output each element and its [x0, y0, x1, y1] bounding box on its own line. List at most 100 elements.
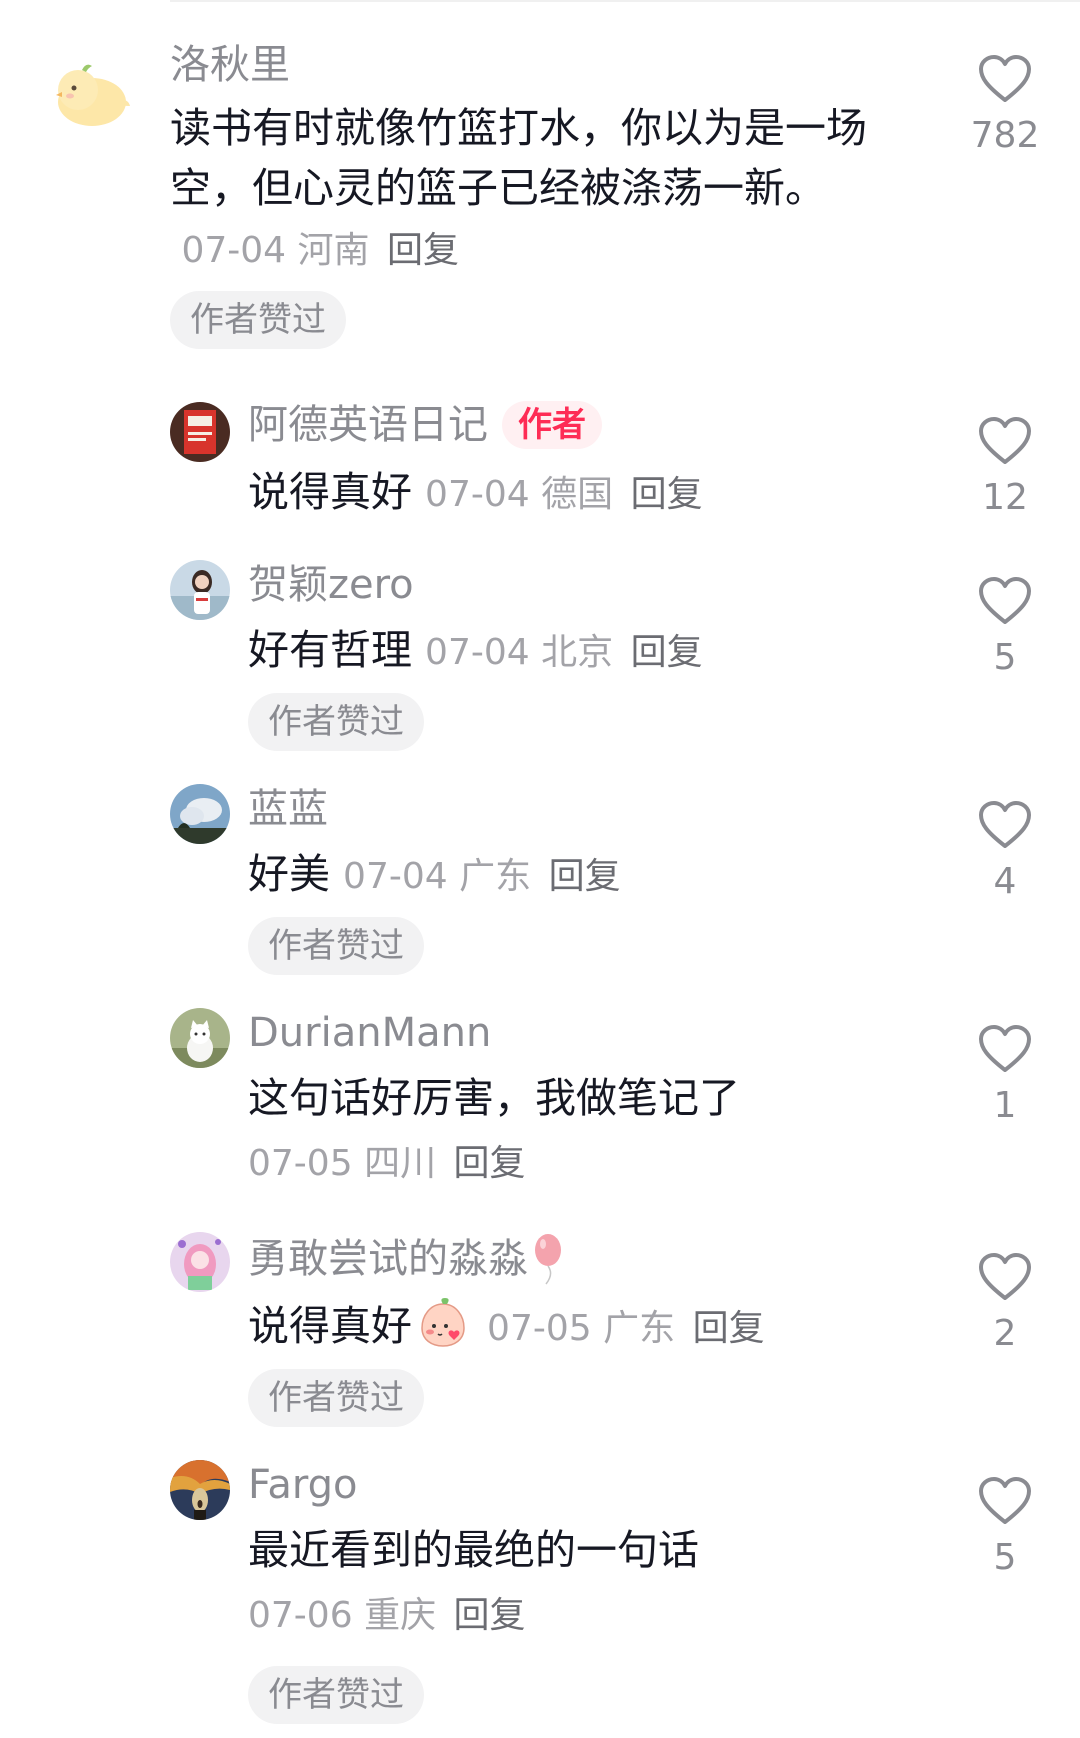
avatar[interactable] — [170, 784, 230, 844]
person-avatar-icon — [170, 560, 230, 620]
username[interactable]: 贺颖zero — [248, 560, 920, 610]
reply-button[interactable]: 回复 — [693, 1308, 765, 1349]
comment-text: 好美 07-04 广东 回复 — [248, 844, 920, 907]
comment-body: 好有哲理 — [248, 626, 412, 674]
comment-text: 这句话好厉害，我做笔记了 07-05 四川 回复 — [248, 1068, 920, 1194]
like-count: 2 — [993, 1313, 1017, 1354]
comment-location: 河南 — [297, 230, 370, 271]
author-badge: 作者 — [502, 401, 602, 449]
sky-avatar-icon — [170, 784, 230, 844]
comment-body: 这句话好厉害，我做笔记了 — [248, 1074, 740, 1122]
like-count: 5 — [993, 1537, 1017, 1578]
like-count: 1 — [993, 1085, 1017, 1126]
like-count: 12 — [982, 477, 1028, 518]
reply-button[interactable]: 回复 — [387, 230, 459, 271]
avatar[interactable] — [170, 1460, 230, 1520]
comment-body: 说得真好 — [248, 468, 412, 516]
like-control[interactable]: 1 — [970, 1024, 1040, 1126]
username-text[interactable]: 贺颖zero — [248, 560, 414, 610]
author-liked-tag: 作者赞过 — [170, 291, 346, 349]
comment-text: 说得真好 07-05 广东 回复 — [248, 1296, 920, 1359]
heart-icon[interactable] — [977, 800, 1033, 850]
avatar[interactable] — [170, 402, 230, 462]
reply-button[interactable]: 回复 — [454, 1595, 526, 1636]
like-control[interactable]: 5 — [970, 1476, 1040, 1578]
username-text[interactable]: Fargo — [248, 1460, 357, 1510]
heart-icon[interactable] — [977, 1024, 1033, 1074]
comment-text: 最近看到的最绝的一句话 07-06 重庆 回复 — [248, 1520, 920, 1646]
blushing-peach-emoji-icon — [421, 1298, 465, 1347]
comment-meta: 07-04 北京 回复 — [425, 632, 703, 673]
like-count: 4 — [993, 861, 1017, 902]
author-liked-tag: 作者赞过 — [248, 693, 424, 751]
username-text[interactable]: 蓝蓝 — [248, 784, 328, 834]
avatar[interactable] — [170, 560, 230, 620]
reply-button[interactable]: 回复 — [454, 1143, 526, 1184]
book-avatar-icon — [170, 402, 230, 462]
comment-meta: 07-05 广东 回复 — [487, 1308, 765, 1349]
comment-date: 07-04 — [343, 856, 448, 897]
comment-location: 四川 — [364, 1143, 437, 1184]
avatar[interactable] — [170, 1232, 230, 1292]
avatar[interactable] — [48, 50, 132, 134]
comment-text: 好有哲理 07-04 北京 回复 — [248, 620, 920, 683]
comment-location: 重庆 — [364, 1595, 437, 1636]
username[interactable]: 阿德英语日记 作者 — [248, 400, 920, 450]
heart-icon[interactable] — [977, 576, 1033, 626]
comment-text: 说得真好 07-04 德国 回复 — [248, 462, 920, 525]
like-control[interactable]: 782 — [970, 54, 1040, 156]
cat-avatar-icon — [170, 1008, 230, 1068]
comment-text: 读书有时就像竹篮打水，你以为是一场空，但心灵的篮子已经被涤荡一新。 07-04 … — [170, 98, 920, 281]
like-control[interactable]: 4 — [970, 800, 1040, 902]
comment-meta: 07-05 四川 回复 — [248, 1134, 920, 1194]
comment-location: 德国 — [541, 474, 614, 515]
chick-avatar-icon — [56, 64, 130, 126]
like-control[interactable]: 12 — [970, 416, 1040, 518]
comment-date: 07-05 — [248, 1143, 353, 1184]
username[interactable]: 洛秋里 — [170, 40, 920, 90]
heart-icon[interactable] — [977, 1476, 1033, 1526]
author-liked-tag: 作者赞过 — [248, 1666, 424, 1724]
reply-button[interactable]: 回复 — [631, 474, 703, 515]
like-control[interactable]: 2 — [970, 1252, 1040, 1354]
author-liked-tag: 作者赞过 — [248, 1369, 424, 1427]
comment-date: 07-04 — [181, 230, 287, 271]
username[interactable]: 勇敢尝试的淼淼 — [248, 1232, 920, 1286]
username-text[interactable]: DurianMann — [248, 1008, 491, 1058]
comment-body: 最近看到的最绝的一句话 — [248, 1526, 699, 1574]
comment-date: 07-06 — [248, 1595, 353, 1636]
comment-date: 07-05 — [487, 1308, 592, 1349]
username-text[interactable]: 勇敢尝试的淼淼 — [248, 1234, 528, 1284]
scream-painting-avatar-icon — [170, 1460, 230, 1520]
heart-icon[interactable] — [977, 1252, 1033, 1302]
comment-location: 广东 — [603, 1308, 676, 1349]
anime-girl-avatar-icon — [170, 1232, 230, 1292]
like-count: 782 — [970, 115, 1040, 156]
comment-meta: 07-06 重庆 回复 — [248, 1586, 920, 1646]
avatar[interactable] — [170, 1008, 230, 1068]
reply-button[interactable]: 回复 — [631, 632, 703, 673]
like-count: 5 — [993, 637, 1017, 678]
comment-meta: 07-04 河南 回复 — [170, 230, 459, 271]
username-text[interactable]: 阿德英语日记 — [248, 400, 488, 450]
username[interactable]: DurianMann — [248, 1008, 920, 1058]
reply-button[interactable]: 回复 — [549, 856, 621, 897]
username[interactable]: Fargo — [248, 1460, 920, 1510]
comment-meta: 07-04 广东 回复 — [343, 856, 621, 897]
username-text[interactable]: 洛秋里 — [170, 40, 290, 90]
heart-icon[interactable] — [977, 416, 1033, 466]
comment-location: 北京 — [541, 632, 614, 673]
author-liked-tag: 作者赞过 — [248, 917, 424, 975]
balloon-icon — [535, 1234, 561, 1285]
comment-body: 好美 — [248, 850, 330, 898]
username[interactable]: 蓝蓝 — [248, 784, 920, 834]
like-control[interactable]: 5 — [970, 576, 1040, 678]
comment-body: 读书有时就像竹篮打水，你以为是一场空，但心灵的篮子已经被涤荡一新。 — [170, 104, 867, 212]
comment-body: 说得真好 — [248, 1302, 412, 1350]
comment-date: 07-04 — [425, 632, 530, 673]
comment-meta: 07-04 德国 回复 — [425, 474, 703, 515]
comment-location: 广东 — [459, 856, 532, 897]
comment-date: 07-04 — [425, 474, 530, 515]
heart-icon[interactable] — [977, 54, 1033, 104]
divider — [170, 0, 1080, 2]
